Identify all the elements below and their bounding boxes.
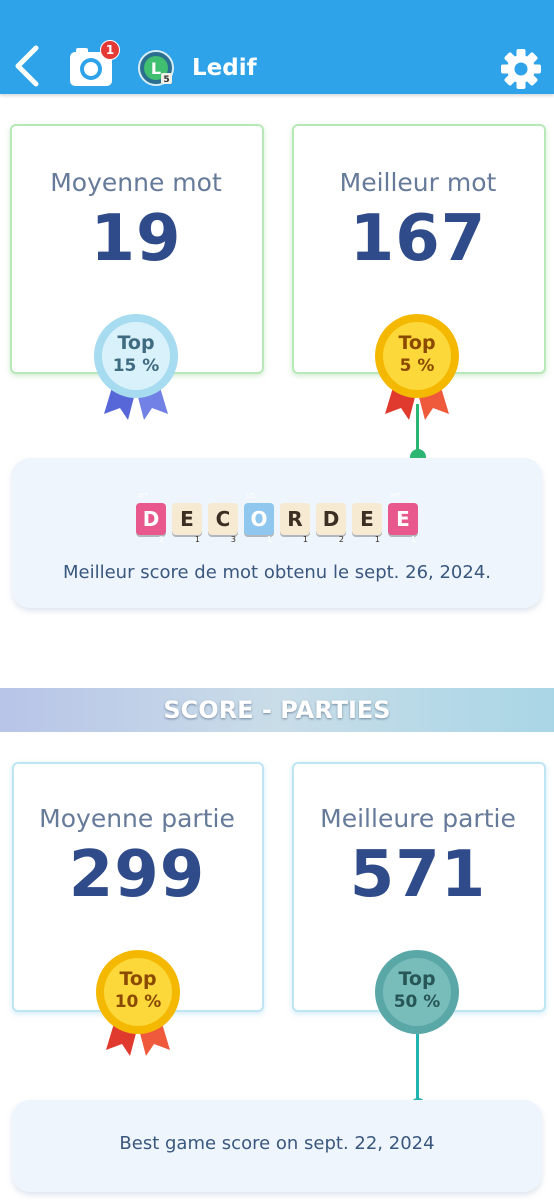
teal-medal-top: Top xyxy=(398,968,436,990)
best-game-value: 571 xyxy=(349,838,487,912)
section-title: SCORE - PARTIES xyxy=(163,696,391,724)
avg-word-label: Moyenne mot xyxy=(50,168,222,197)
tile-points: 3 xyxy=(230,535,236,544)
tile-letter: E xyxy=(396,507,410,531)
silver-medal-top: Top xyxy=(117,332,155,354)
letter-tile: D 2 MT xyxy=(136,493,166,544)
teal-medal-pct: 50 % xyxy=(393,992,441,1012)
letter-tile: E1 xyxy=(172,503,202,544)
gold-medal-pct: 5 % xyxy=(399,356,435,376)
avg-game-value: 299 xyxy=(68,838,206,912)
username: Ledif xyxy=(192,55,257,81)
tile-letter: R xyxy=(287,507,303,531)
best-word-value: 167 xyxy=(349,202,487,276)
letter-tile: D2 xyxy=(316,503,346,544)
letter-tile: R1 xyxy=(280,503,310,544)
tile-letter: E xyxy=(180,507,194,531)
tile-letter: O xyxy=(250,507,268,531)
tile-letter: C xyxy=(215,507,231,531)
best-game-label: Meilleure partie xyxy=(320,804,516,833)
letter-tile: E 1 MT xyxy=(388,493,418,544)
tile-points: 1 xyxy=(410,535,416,544)
back-arrow-icon[interactable] xyxy=(8,42,48,90)
gold-medal-top: Top xyxy=(398,332,436,354)
tile-bonus: MT xyxy=(138,492,149,500)
tile-points: 1 xyxy=(266,535,272,544)
tile-bonus: LD xyxy=(246,492,256,500)
best-word-caption: Meilleur score de mot obtenu le sept. 26… xyxy=(62,562,491,583)
tile-letter: E xyxy=(360,507,374,531)
tile-points: 1 xyxy=(374,535,380,544)
letter-tile: E1 xyxy=(352,503,382,544)
tile-letter: D xyxy=(142,507,160,531)
tile-points: 1 xyxy=(302,535,308,544)
best-game-caption: Best game score on sept. 22, 2024 xyxy=(119,1133,435,1154)
tile-points: 1 xyxy=(194,535,200,544)
gold-medal-pct: 10 % xyxy=(114,992,162,1012)
tile-letter: D xyxy=(322,507,340,531)
avatar[interactable]: L 5 xyxy=(138,50,174,86)
notification-badge: 1 xyxy=(100,40,120,60)
letter-tile: O 1 LD xyxy=(244,493,274,544)
best-word-label: Meilleur mot xyxy=(339,168,497,197)
avatar-level: 5 xyxy=(163,75,169,85)
connector-line xyxy=(416,1034,419,1100)
tile-bonus: MT xyxy=(390,492,401,500)
silver-medal-pct: 15 % xyxy=(112,356,160,376)
avg-word-value: 19 xyxy=(90,202,182,276)
tile-points: 2 xyxy=(338,535,344,544)
avatar-letter: L xyxy=(151,59,161,78)
tile-points: 2 xyxy=(158,535,164,544)
gold-medal-top: Top xyxy=(119,968,157,990)
avg-game-label: Moyenne partie xyxy=(39,804,235,833)
gear-icon[interactable] xyxy=(498,46,544,92)
letter-tile: C3 xyxy=(208,503,238,544)
best-word-tiles: D 2 MT E 1 C 3 O 1 LD R 1 D 2 E 1 E 1 MT xyxy=(136,493,426,544)
